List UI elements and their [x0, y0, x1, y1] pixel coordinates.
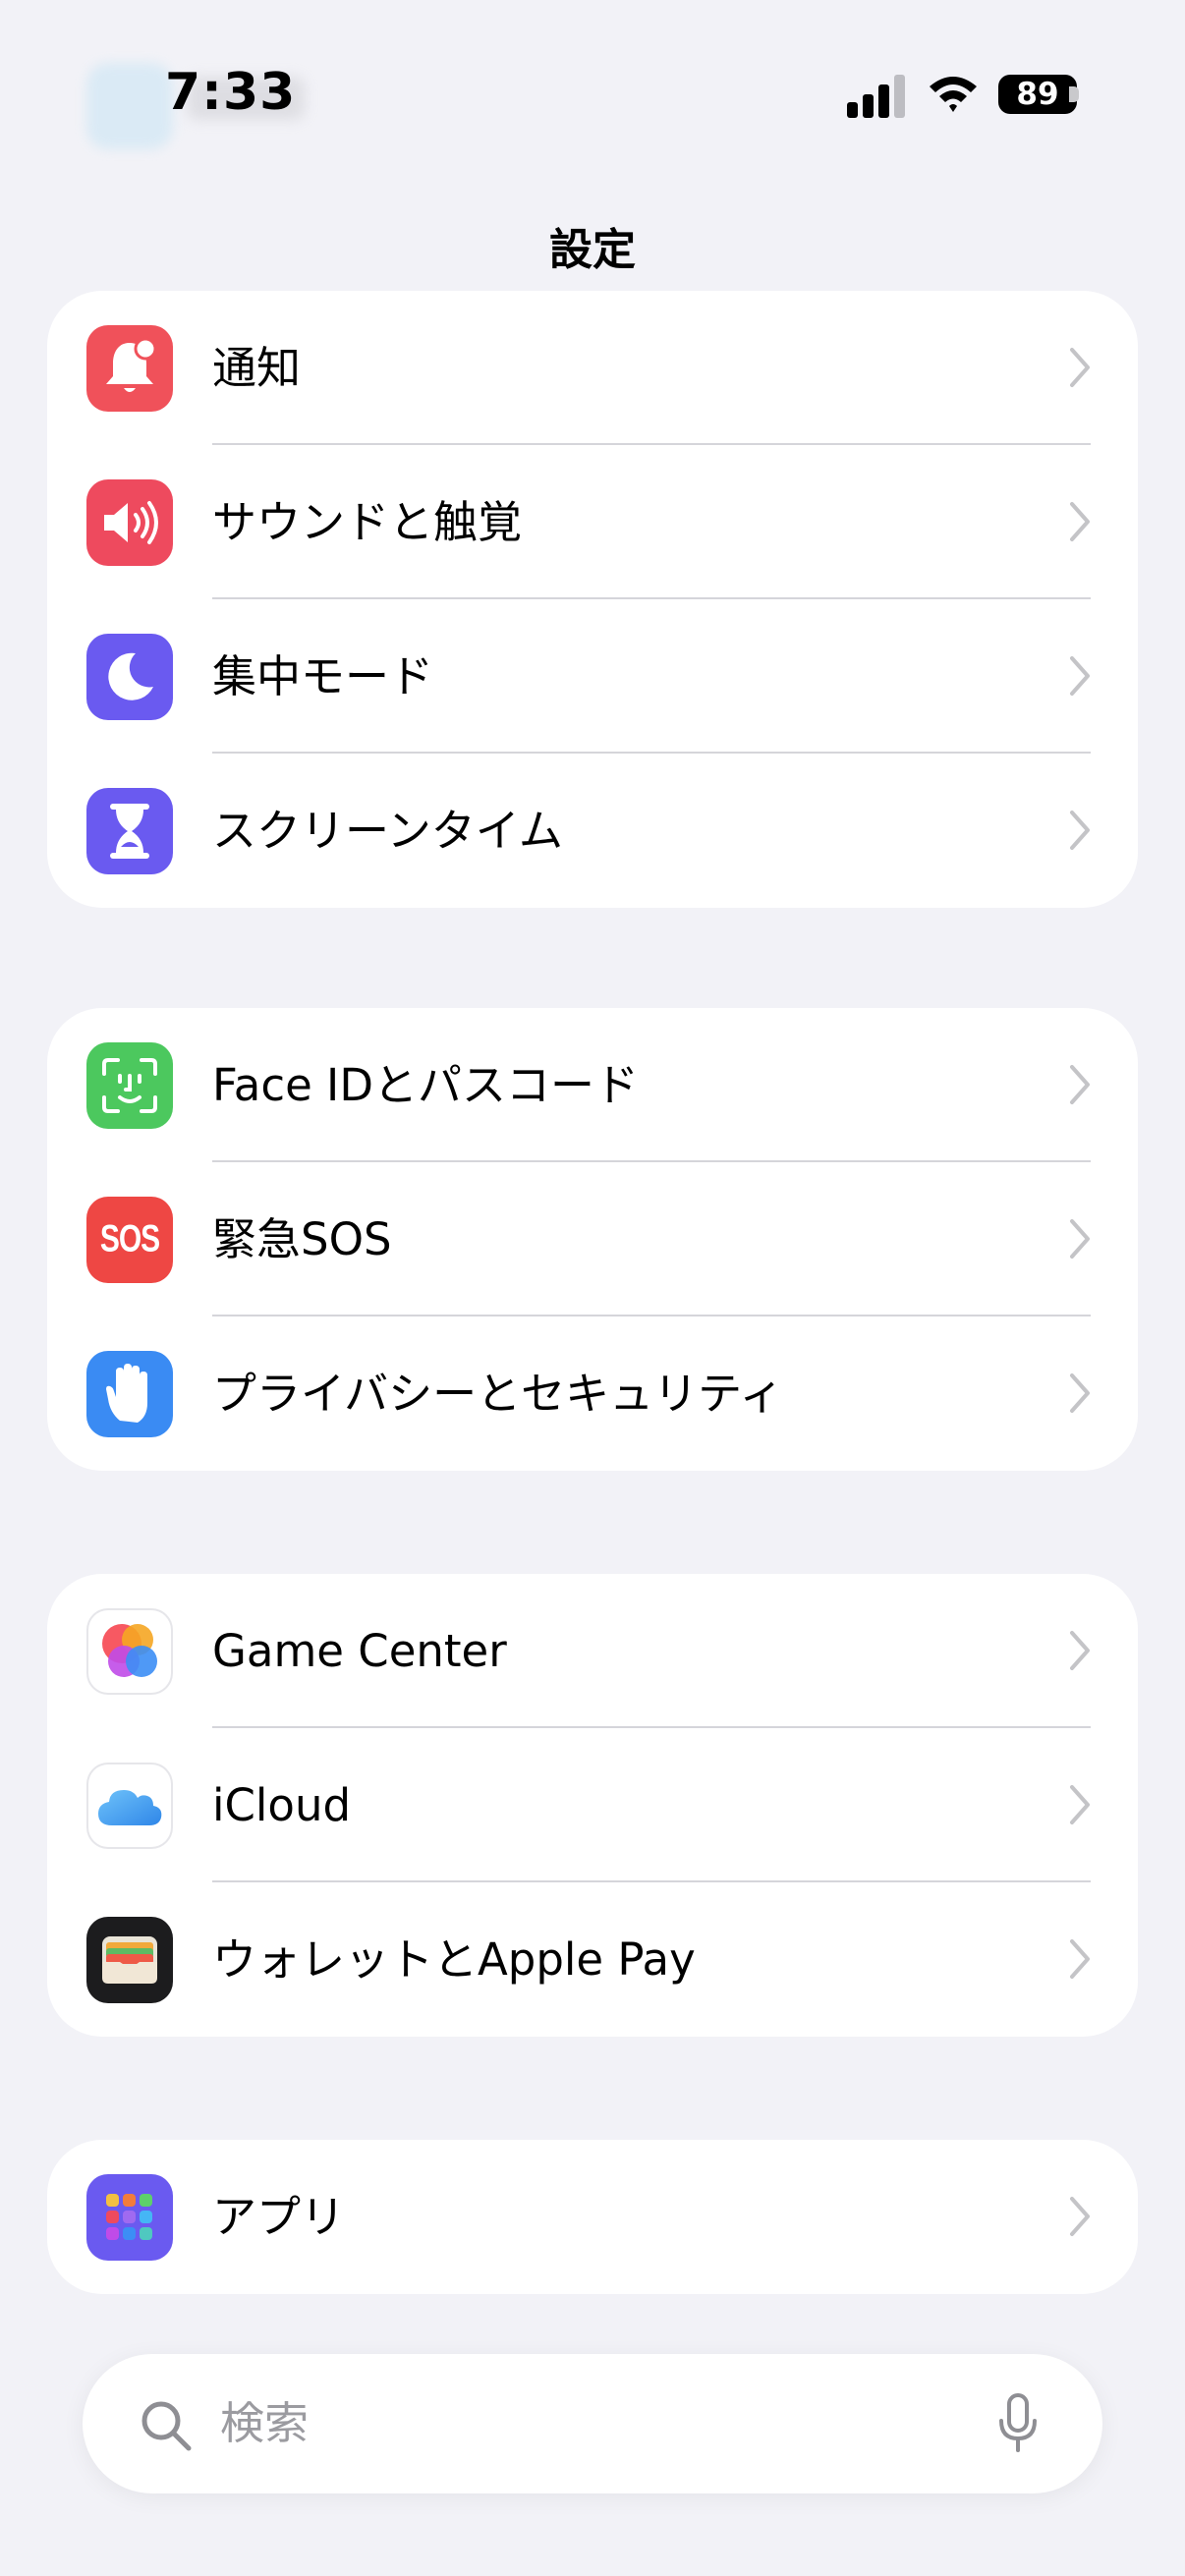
chevron-right-icon	[1070, 811, 1090, 850]
settings-row-label: 集中モード	[212, 650, 434, 702]
face-id-icon	[86, 1042, 173, 1129]
chevron-right-icon	[1070, 1939, 1090, 1979]
chevron-right-icon	[1070, 656, 1090, 696]
sos-icon: SOS	[86, 1197, 173, 1283]
settings-group-4: アプリ	[47, 2140, 1138, 2294]
wallet-icon	[86, 1917, 173, 2003]
sos-icon-text: SOS	[99, 1217, 160, 1260]
settings-row-game-center[interactable]: Game Center	[47, 1574, 1138, 1728]
microphone-icon[interactable]	[998, 2393, 1038, 2454]
chevron-right-icon	[1070, 1373, 1090, 1413]
settings-row-face-id[interactable]: Face IDとパスコード	[47, 1008, 1138, 1162]
settings-row-apps[interactable]: アプリ	[47, 2140, 1138, 2294]
status-bar: 7:33 89	[0, 0, 1185, 196]
settings-group-2: Face IDとパスコード SOS 緊急SOS プライバシーとセキュリティ	[47, 1008, 1138, 1471]
blurred-back-icon	[86, 63, 173, 149]
settings-row-label: Face IDとパスコード	[212, 1059, 639, 1111]
settings-row-icloud[interactable]: iCloud	[47, 1728, 1138, 1882]
settings-group-3: Game Center iCloud ウォレットとApple Pay	[47, 1574, 1138, 2037]
bell-badge-icon	[86, 325, 173, 412]
search-placeholder: 検索	[220, 2397, 310, 2449]
battery-cap	[1069, 86, 1079, 102]
status-time: 7:33	[165, 63, 297, 122]
chevron-right-icon	[1070, 1631, 1090, 1670]
chevron-right-icon	[1070, 348, 1090, 387]
game-center-icon	[86, 1608, 173, 1695]
settings-row-wallet[interactable]: ウォレットとApple Pay	[47, 1882, 1138, 2037]
settings-row-label: スクリーンタイム	[212, 805, 563, 857]
settings-row-label: 緊急SOS	[212, 1213, 392, 1265]
settings-row-label: 通知	[212, 342, 302, 394]
search-field[interactable]: 検索	[83, 2354, 1102, 2493]
settings-row-notifications[interactable]: 通知	[47, 291, 1138, 445]
settings-row-label: プライバシーとセキュリティ	[212, 1368, 784, 1420]
chevron-right-icon	[1070, 1065, 1090, 1104]
cloud-icon	[86, 1763, 173, 1849]
moon-icon	[86, 634, 173, 720]
chevron-right-icon	[1070, 502, 1090, 541]
hourglass-icon	[86, 788, 173, 874]
settings-row-label: iCloud	[212, 1779, 352, 1831]
settings-row-label: Game Center	[212, 1625, 507, 1677]
hand-icon	[86, 1351, 173, 1437]
settings-row-label: サウンドと触覚	[212, 496, 523, 548]
chevron-right-icon	[1070, 1785, 1090, 1824]
speaker-wave-icon	[86, 479, 173, 566]
settings-row-label: アプリ	[212, 2191, 346, 2243]
cellular-signal-icon	[847, 75, 910, 118]
battery-indicator: 89	[998, 75, 1077, 114]
search-icon	[141, 2401, 192, 2451]
wifi-icon	[930, 77, 977, 112]
settings-row-sounds[interactable]: サウンドと触覚	[47, 445, 1138, 599]
app-grid-icon	[86, 2174, 173, 2261]
settings-row-screen-time[interactable]: スクリーンタイム	[47, 754, 1138, 908]
settings-row-focus[interactable]: 集中モード	[47, 599, 1138, 754]
settings-group-1: 通知 サウンドと触覚 集中モード スクリーンタイム	[47, 291, 1138, 908]
page-title: 設定	[549, 225, 636, 275]
chevron-right-icon	[1070, 1219, 1090, 1259]
settings-row-emergency-sos[interactable]: SOS 緊急SOS	[47, 1162, 1138, 1316]
settings-row-privacy-security[interactable]: プライバシーとセキュリティ	[47, 1316, 1138, 1471]
chevron-right-icon	[1070, 2197, 1090, 2236]
settings-row-label: ウォレットとApple Pay	[212, 1933, 696, 1986]
